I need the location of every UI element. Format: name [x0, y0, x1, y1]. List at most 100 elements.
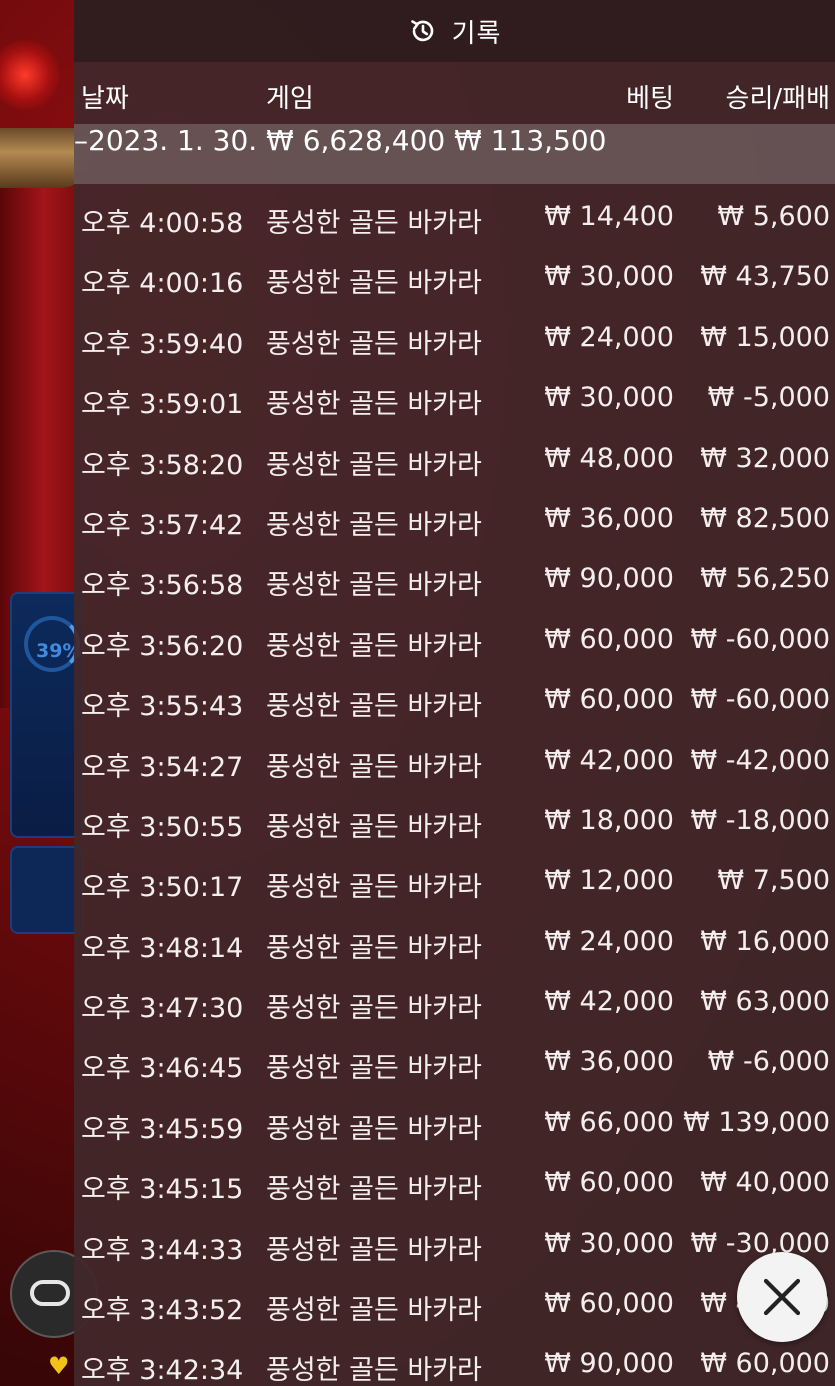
- history-row[interactable]: 오후 3:46:45 풍성한 골든 바카라 ₩ 36,000 ₩ -6,000: [74, 1029, 835, 1089]
- history-row[interactable]: 오후 3:42:34 풍성한 골든 바카라 ₩ 90,000 ₩ 60,000: [74, 1331, 835, 1386]
- row-time: 오후 3:58:20: [81, 449, 244, 481]
- column-bet: 베팅: [626, 84, 674, 114]
- history-row[interactable]: 오후 3:43:52풍성한 골든 바카라₩ 60,000₩ 40,000: [74, 1271, 835, 1331]
- history-row[interactable]: 오후 3:59:01 풍성한 골든 바카라 ₩ 30,000 ₩ -5,000: [74, 365, 835, 425]
- row-bet: ₩ 12,000: [544, 865, 674, 897]
- row-bet: ₩ 30,000: [544, 261, 674, 293]
- history-row[interactable]: 오후 3:57:42 풍성한 골든 바카라 ₩ 36,000 ₩ 82,500: [74, 486, 835, 546]
- row-time: 오후 3:56:58: [81, 570, 244, 602]
- row-winloss: ₩ 32,000: [700, 442, 830, 474]
- row-bet: ₩ 30,000: [544, 382, 674, 414]
- row-game: 풍성한 골든 바카라: [266, 932, 482, 964]
- row-bet: ₩ 42,000: [544, 744, 674, 776]
- row-game: 풍성한 골든 바카라: [266, 1295, 482, 1327]
- row-time: 오후 3:50:17: [81, 872, 244, 904]
- row-time: 오후 3:59:01: [81, 389, 244, 421]
- row-game: 풍성한 골든 바카라: [266, 993, 482, 1025]
- row-time: 오후 3:46:45: [81, 1053, 244, 1085]
- history-row[interactable]: 오후 3:58:20 풍성한 골든 바카라 ₩ 48,000 ₩ 32,000: [74, 426, 835, 486]
- row-winloss: ₩ 40,000: [700, 1167, 830, 1199]
- row-time: 오후 3:54:27: [81, 751, 244, 783]
- row-winloss: ₩ -5,000: [707, 382, 830, 414]
- history-row[interactable]: 오후 3:50:55 풍성한 골든 바카라 ₩ 18,000 ₩ -18,000: [74, 788, 835, 848]
- row-time: 오후 4:00:16: [81, 268, 244, 300]
- row-bet: ₩ 66,000: [544, 1106, 674, 1138]
- history-row[interactable]: 오후 4:00:58 풍성한 골든 바카라 ₩ 14,400 ₩ 5,600: [74, 184, 835, 244]
- row-bet: ₩ 24,000: [544, 925, 674, 957]
- row-bet: ₩ 36,000: [544, 502, 674, 534]
- history-row[interactable]: 오후 3:45:59 풍성한 골든 바카라 ₩ 66,000 ₩ 139,000: [74, 1090, 835, 1150]
- close-button[interactable]: [737, 1252, 827, 1342]
- row-time: 오후 3:50:55: [81, 811, 244, 843]
- row-bet: ₩ 18,000: [544, 804, 674, 836]
- summary-bet: ₩ 6,628,400: [266, 124, 446, 157]
- row-bet: ₩ 48,000: [544, 442, 674, 474]
- row-game: 풍성한 골든 바카라: [266, 1053, 482, 1085]
- row-game: 풍성한 골든 바카라: [266, 1174, 482, 1206]
- row-time: 오후 3:59:40: [81, 328, 244, 360]
- history-list: 오후 4:00:58 풍성한 골든 바카라 ₩ 14,400 ₩ 5,600 오후 4:…: [74, 184, 835, 1386]
- history-row[interactable]: 오후 3:44:33 풍성한 골든 바카라 ₩ 30,000 ₩ -30,000: [74, 1211, 835, 1271]
- row-winloss: ₩ -42,000: [690, 744, 831, 776]
- history-row[interactable]: 오후 3:55:43 풍성한 골든 바카라 ₩ 60,000 ₩ -60,000: [74, 667, 835, 727]
- row-game: 풍성한 골든 바카라: [266, 328, 482, 360]
- row-winloss: ₩ 43,750: [700, 261, 830, 293]
- panel-header: 기록: [74, 0, 835, 62]
- panel-title: 기록: [451, 18, 502, 49]
- history-row[interactable]: 오후 3:56:20 풍성한 골든 바카라 ₩ 60,000 ₩ -60,000: [74, 607, 835, 667]
- row-bet: ₩ 60,000: [544, 1288, 674, 1320]
- column-headers: 날짜 게임 베팅 승리/패배: [74, 62, 835, 124]
- row-bet: ₩ 60,000: [544, 1167, 674, 1199]
- row-winloss: ₩ 56,250: [700, 563, 830, 595]
- row-winloss: ₩ -30,000: [690, 1227, 831, 1259]
- secondary-widget[interactable]: [10, 846, 84, 934]
- row-game: 풍성한 골든 바카라: [266, 630, 482, 662]
- history-row[interactable]: 오후 3:45:15 풍성한 골든 바카라 ₩ 60,000 ₩ 40,000: [74, 1150, 835, 1210]
- row-game: 풍성한 골든 바카라: [266, 1234, 482, 1266]
- column-game: 게임: [266, 84, 314, 114]
- history-row[interactable]: 오후 3:50:17 풍성한 골든 바카라 ₩ 12,000 ₩ 7,500: [74, 848, 835, 908]
- row-time: 오후 3:47:30: [81, 993, 244, 1025]
- row-game: 풍성한 골든 바카라: [266, 811, 482, 843]
- row-time: 오후 3:43:52: [81, 1295, 244, 1327]
- heart-icon[interactable]: ♥: [48, 1354, 70, 1378]
- row-winloss: ₩ -60,000: [690, 623, 831, 655]
- history-row[interactable]: 오후 4:00:16 풍성한 골든 바카라 ₩ 30,000 ₩ 43,750: [74, 244, 835, 304]
- row-bet: ₩ 60,000: [544, 623, 674, 655]
- row-time: 오후 4:00:58: [81, 208, 244, 239]
- row-bet: ₩ 42,000: [544, 986, 674, 1018]
- row-game: 풍성한 골든 바카라: [266, 268, 482, 300]
- history-row[interactable]: 오후 3:59:40 풍성한 골든 바카라 ₩ 24,000 ₩ 15,000: [74, 305, 835, 365]
- history-icon: [410, 20, 433, 42]
- row-winloss: ₩ -18,000: [690, 804, 831, 836]
- date-summary-row[interactable]: –2023. 1. 30. ₩ 6,628,400 ₩ 113,500: [74, 124, 835, 184]
- row-time: 오후 3:44:33: [81, 1234, 244, 1266]
- row-game: 풍성한 골든 바카라: [266, 691, 482, 723]
- row-time: 오후 3:56:20: [81, 630, 244, 662]
- row-bet: ₩ 60,000: [544, 684, 674, 716]
- summary-winloss: ₩ 113,500: [454, 124, 607, 157]
- row-game: 풍성한 골든 바카라: [266, 751, 482, 783]
- row-game: 풍성한 골든 바카라: [266, 208, 482, 239]
- row-time: 오후 3:45:59: [81, 1113, 244, 1145]
- column-date: 날짜: [81, 84, 129, 114]
- history-row[interactable]: 오후 3:48:14 풍성한 골든 바카라 ₩ 24,000 ₩ 16,000: [74, 909, 835, 969]
- history-row[interactable]: 오후 3:56:58 풍성한 골든 바카라 ₩ 90,000 ₩ 56,250: [74, 546, 835, 606]
- row-winloss: ₩ 60,000: [700, 1348, 830, 1380]
- row-bet: ₩ 14,400: [544, 201, 674, 232]
- row-winloss: ₩ 5,600: [717, 201, 830, 232]
- row-winloss: ₩ 16,000: [700, 925, 830, 957]
- row-winloss: ₩ -60,000: [690, 684, 831, 716]
- row-time: 오후 3:55:43: [81, 691, 244, 723]
- row-winloss: ₩ 63,000: [700, 986, 830, 1018]
- row-winloss: ₩ 82,500: [700, 502, 830, 534]
- history-row[interactable]: 오후 3:47:30 풍성한 골든 바카라 ₩ 42,000 ₩ 63,000: [74, 969, 835, 1029]
- row-game: 풍성한 골든 바카라: [266, 389, 482, 421]
- row-time: 오후 3:42:34: [81, 1355, 244, 1386]
- row-bet: ₩ 30,000: [544, 1227, 674, 1259]
- row-winloss: ₩ 139,000: [683, 1106, 830, 1138]
- column-winloss: 승리/패배: [725, 84, 830, 114]
- history-row[interactable]: 오후 3:54:27 풍성한 골든 바카라 ₩ 42,000 ₩ -42,000: [74, 728, 835, 788]
- row-time: 오후 3:45:15: [81, 1174, 244, 1206]
- row-bet: ₩ 90,000: [544, 563, 674, 595]
